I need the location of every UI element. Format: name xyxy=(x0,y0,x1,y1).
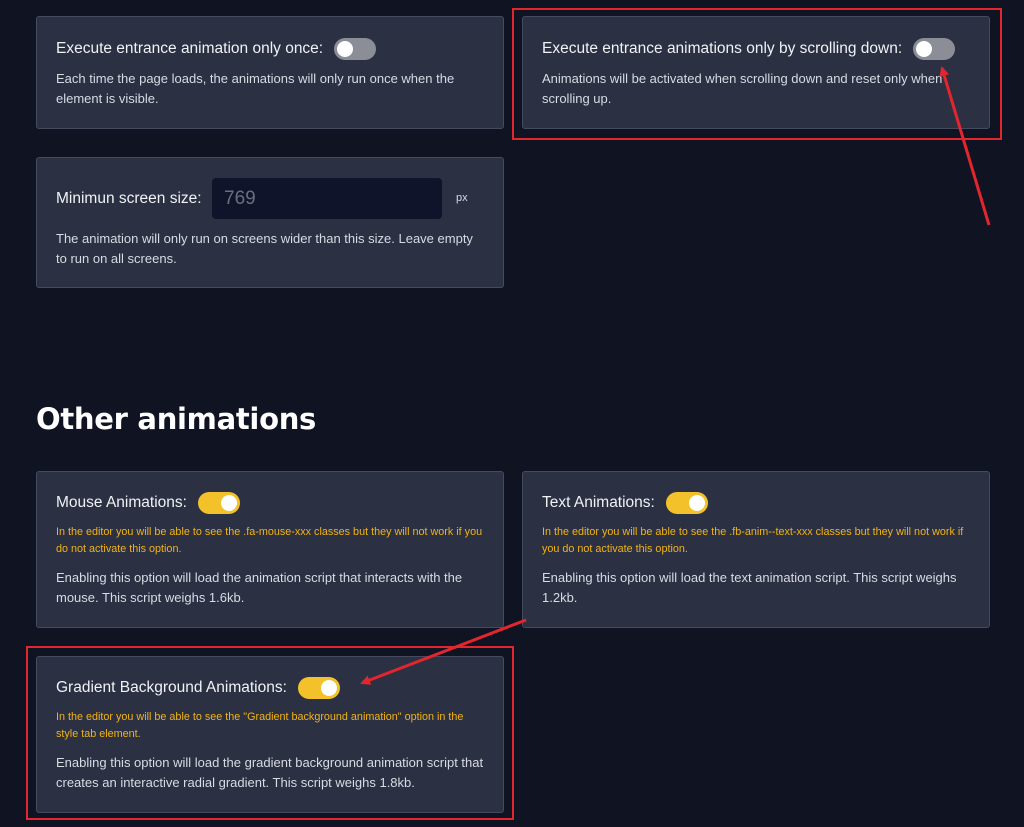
setting-card-min-screen: Minimun screen size: px The animation wi… xyxy=(36,157,504,288)
setting-label: Execute entrance animation only once: xyxy=(56,40,324,57)
setting-description: The animation will only run on screens w… xyxy=(56,231,473,266)
toggle-knob xyxy=(337,41,354,57)
setting-card-gradient-animations: Gradient Background Animations: In the e… xyxy=(36,656,504,813)
setting-row: Text Animations: xyxy=(542,492,708,514)
setting-label: Text Animations: xyxy=(542,494,655,511)
section-title: Other animations xyxy=(36,402,317,436)
setting-row: Execute entrance animation only once: xyxy=(56,38,377,60)
setting-description: Animations will be activated when scroll… xyxy=(542,71,943,106)
toggle-knob xyxy=(220,495,237,511)
setting-label: Gradient Background Animations: xyxy=(56,679,287,696)
setting-description: Each time the page loads, the animations… xyxy=(56,71,455,106)
setting-label: Mouse Animations: xyxy=(56,494,187,511)
warning-text: In the editor you will be able to see th… xyxy=(56,526,483,555)
toggle-knob xyxy=(688,495,705,511)
setting-description: Enabling this option will load the gradi… xyxy=(56,755,484,790)
setting-label: Execute entrance animations only by scro… xyxy=(542,40,903,57)
setting-description: Enabling this option will load the text … xyxy=(542,570,957,605)
animation-once-toggle[interactable] xyxy=(334,38,377,60)
warning-text: In the editor you will be able to see th… xyxy=(56,711,464,740)
min-screen-size-input[interactable] xyxy=(212,178,442,219)
setting-description: Enabling this option will load the anima… xyxy=(56,570,463,605)
setting-card-scroll-down: Execute entrance animations only by scro… xyxy=(522,16,990,129)
setting-row: Execute entrance animations only by scro… xyxy=(542,38,956,60)
warning-text: In the editor you will be able to see th… xyxy=(542,526,964,555)
setting-card-text-animations: Text Animations: In the editor you will … xyxy=(522,471,990,628)
gradient-animations-toggle[interactable] xyxy=(297,677,340,699)
min-screen-label: Minimun screen size: xyxy=(56,190,202,207)
setting-card-mouse-animations: Mouse Animations: In the editor you will… xyxy=(36,471,504,628)
setting-row: Gradient Background Animations: xyxy=(56,677,340,699)
unit-label: px xyxy=(456,192,468,204)
toggle-knob xyxy=(320,680,337,696)
text-animations-toggle[interactable] xyxy=(665,492,708,514)
scroll-down-toggle[interactable] xyxy=(913,38,956,60)
mouse-animations-toggle[interactable] xyxy=(197,492,240,514)
setting-card-animation-once: Execute entrance animation only once: Ea… xyxy=(36,16,504,129)
toggle-knob xyxy=(916,41,933,57)
setting-row: Mouse Animations: xyxy=(56,492,240,514)
